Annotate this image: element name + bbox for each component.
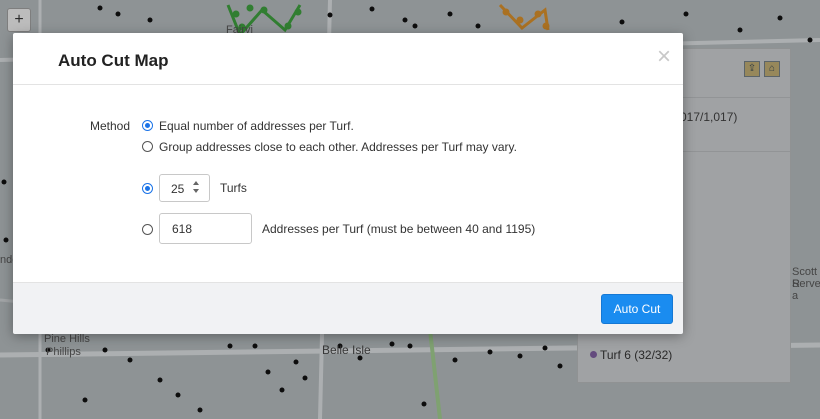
close-icon[interactable]: × <box>657 45 671 69</box>
dialog-header: Auto Cut Map × <box>13 33 683 85</box>
turfs-stepper[interactable]: 25 <box>159 174 210 202</box>
addresses-per-turf-label: Addresses per Turf (must be between 40 a… <box>262 222 536 236</box>
equal-addresses-radio[interactable] <box>142 120 153 131</box>
group-close-radio[interactable] <box>142 141 153 152</box>
addresses-per-turf-input[interactable] <box>159 213 252 244</box>
group-close-label[interactable]: Group addresses close to each other. Add… <box>159 140 517 154</box>
turfs-count-radio[interactable] <box>142 183 153 194</box>
method-label: Method <box>90 119 131 133</box>
equal-addresses-label[interactable]: Equal number of addresses per Turf. <box>159 119 354 133</box>
dialog-title: Auto Cut Map <box>58 51 169 70</box>
auto-cut-dialog: Auto Cut Map × Method Equal number of ad… <box>13 33 683 334</box>
auto-cut-button[interactable]: Auto Cut <box>601 294 673 324</box>
turfs-value: 25 <box>171 182 185 196</box>
stepper-arrows-icon[interactable] <box>193 180 201 196</box>
turfs-label: Turfs <box>220 181 247 195</box>
addresses-per-turf-radio[interactable] <box>142 224 153 235</box>
chevron-down-icon[interactable] <box>193 189 199 193</box>
chevron-up-icon[interactable] <box>193 181 199 185</box>
dialog-footer: Auto Cut <box>13 282 683 334</box>
